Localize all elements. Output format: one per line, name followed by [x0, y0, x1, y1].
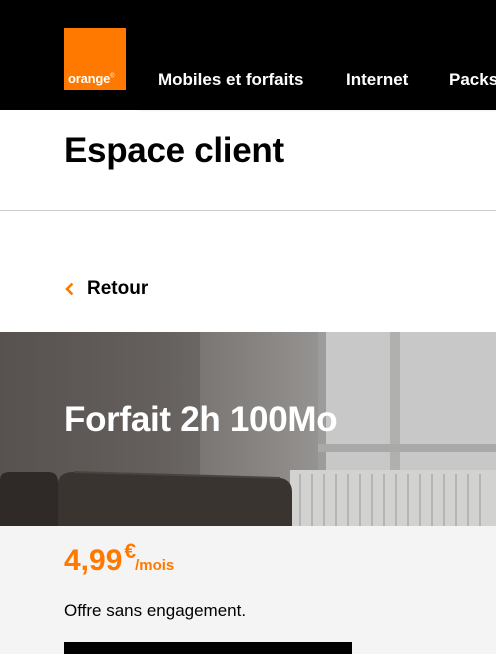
back-link-label: Retour [87, 278, 149, 299]
price-currency: € [124, 540, 137, 563]
nav-dropdown-shadow [140, 104, 496, 112]
offer-price: 4,99€/mois [64, 540, 175, 578]
offer-commitment-note: Offre sans engagement. [64, 601, 247, 620]
orange-logo[interactable]: orange® [64, 28, 126, 90]
header-divider [0, 210, 496, 211]
nav-item-packs[interactable]: Packs [449, 70, 496, 90]
page-title: Espace client [64, 131, 284, 170]
offer-details: 4,99€/mois Offre sans engagement. [0, 526, 496, 654]
price-unit: /mois [135, 557, 175, 574]
back-link[interactable]: Retour [64, 276, 148, 302]
logo-text: orange® [68, 71, 115, 86]
offer-title: Forfait 2h 100Mo [64, 400, 338, 439]
price-amount: 4,99 [64, 544, 123, 577]
offer-hero-banner: Forfait 2h 100Mo [0, 332, 496, 526]
nav-item-mobiles-et-forfaits[interactable]: Mobiles et forfaits [158, 70, 303, 90]
chevron-left-icon [65, 283, 74, 295]
nav-item-internet[interactable]: Internet [346, 70, 408, 90]
offer-cta-button[interactable] [64, 642, 352, 654]
top-navigation-bar: orange® Mobiles et forfaits Internet Pac… [0, 0, 496, 110]
